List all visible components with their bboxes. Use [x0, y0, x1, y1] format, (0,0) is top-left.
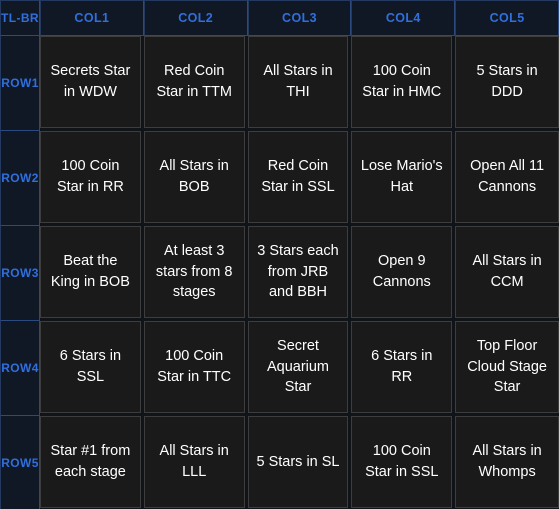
- bingo-cell-r3c5[interactable]: All Stars in CCM: [455, 226, 559, 321]
- bingo-cell-label: 100 Coin Star in RR: [56, 158, 124, 195]
- bingo-cell-r4c3[interactable]: Secret Aquarium Star: [247, 321, 352, 416]
- bingo-cell-r4c1[interactable]: 6 Stars in SSL: [40, 321, 144, 416]
- bingo-cell-r2c2[interactable]: All Stars in BOB: [143, 131, 248, 226]
- bingo-cell-r5c1[interactable]: Star #1 from each stage: [40, 416, 144, 509]
- bingo-cell-label: 100 Coin Star in HMC: [362, 63, 442, 100]
- bingo-cell-r2c4[interactable]: Lose Mario's Hat: [351, 131, 456, 226]
- bingo-cell-r2c1[interactable]: 100 Coin Star in RR: [40, 131, 144, 226]
- bingo-cell-label: Secret Aquarium Star: [266, 338, 330, 396]
- column-header-col2: COL2: [143, 0, 248, 36]
- bingo-cell-label: Red Coin Star in SSL: [261, 158, 335, 195]
- bingo-cell-label: 5 Stars in DDD: [476, 63, 538, 100]
- column-header-col5: COL5: [455, 0, 559, 36]
- corner-header-tl-br: TL-BR: [0, 0, 40, 36]
- bingo-cell-label: Red Coin Star in TTM: [156, 63, 232, 100]
- bingo-board-table: TL-BR COL1 COL2 COL3 COL4 COL5 ROW1 Secr…: [0, 0, 559, 509]
- bingo-cell-r1c4[interactable]: 100 Coin Star in HMC: [351, 36, 456, 131]
- row-header-row4: ROW4: [0, 321, 40, 416]
- bingo-cell-r1c2[interactable]: Red Coin Star in TTM: [143, 36, 248, 131]
- bingo-cell-r5c5[interactable]: All Stars in Whomps: [455, 416, 559, 509]
- header-row: TL-BR COL1 COL2 COL3 COL4 COL5: [0, 0, 559, 36]
- bingo-cell-r5c3[interactable]: 5 Stars in SL: [247, 416, 352, 509]
- bingo-cell-r1c5[interactable]: 5 Stars in DDD: [455, 36, 559, 131]
- bingo-cell-label: 100 Coin Star in SSL: [365, 443, 439, 480]
- bingo-cell-r4c4[interactable]: 6 Stars in RR: [351, 321, 456, 416]
- bingo-cell-r5c2[interactable]: All Stars in LLL: [143, 416, 248, 509]
- bingo-cell-r3c4[interactable]: Open 9 Cannons: [351, 226, 456, 321]
- bingo-cell-label: Lose Mario's Hat: [360, 158, 443, 195]
- bingo-cell-r4c5[interactable]: Top Floor Cloud Stage Star: [455, 321, 559, 416]
- bingo-cell-label: Open 9 Cannons: [372, 253, 431, 290]
- column-header-col4: COL4: [351, 0, 456, 36]
- row-header-row1: ROW1: [0, 36, 40, 131]
- table-row: ROW2 100 Coin Star in RR All Stars in BO…: [0, 131, 559, 226]
- bingo-cell-r2c5[interactable]: Open All 11 Cannons: [455, 131, 559, 226]
- bingo-cell-label: Star #1 from each stage: [50, 443, 131, 480]
- bingo-cell-label: Top Floor Cloud Stage Star: [467, 338, 547, 396]
- bingo-cell-label: Secrets Star in WDW: [50, 63, 131, 100]
- bingo-cell-label: All Stars in THI: [263, 63, 333, 100]
- bingo-cell-label: All Stars in LLL: [159, 443, 229, 480]
- row-header-row2: ROW2: [0, 131, 40, 226]
- bingo-cell-r3c1[interactable]: Beat the King in BOB: [40, 226, 144, 321]
- bingo-cell-label: All Stars in BOB: [159, 158, 229, 195]
- table-body: ROW1 Secrets Star in WDW Red Coin Star i…: [0, 36, 559, 509]
- row-header-row5: ROW5: [0, 416, 40, 509]
- bingo-cell-r2c3[interactable]: Red Coin Star in SSL: [247, 131, 352, 226]
- bingo-cell-label: 3 Stars each from JRB and BBH: [257, 243, 339, 301]
- column-header-col1: COL1: [40, 0, 144, 36]
- bingo-cell-r5c4[interactable]: 100 Coin Star in SSL: [351, 416, 456, 509]
- bingo-cell-label: Open All 11 Cannons: [470, 158, 545, 195]
- bingo-cell-label: All Stars in CCM: [472, 253, 542, 290]
- bingo-cell-label: Beat the King in BOB: [50, 253, 130, 290]
- bingo-cell-r3c3[interactable]: 3 Stars each from JRB and BBH: [247, 226, 352, 321]
- table-head: TL-BR COL1 COL2 COL3 COL4 COL5: [0, 0, 559, 36]
- table-row: ROW3 Beat the King in BOB At least 3 sta…: [0, 226, 559, 321]
- bingo-cell-label: 6 Stars in SSL: [59, 348, 122, 385]
- table-row: ROW1 Secrets Star in WDW Red Coin Star i…: [0, 36, 559, 131]
- row-header-row3: ROW3: [0, 226, 40, 321]
- table-row: ROW5 Star #1 from each stage All Stars i…: [0, 416, 559, 509]
- bingo-cell-r3c2[interactable]: At least 3 stars from 8 stages: [143, 226, 248, 321]
- bingo-cell-label: 100 Coin Star in TTC: [157, 348, 232, 385]
- bingo-cell-label: 5 Stars in SL: [256, 453, 340, 470]
- bingo-cell-label: 6 Stars in RR: [371, 348, 433, 385]
- bingo-cell-label: All Stars in Whomps: [472, 443, 542, 480]
- bingo-cell-r1c1[interactable]: Secrets Star in WDW: [40, 36, 144, 131]
- column-header-col3: COL3: [247, 0, 352, 36]
- bingo-cell-label: At least 3 stars from 8 stages: [155, 243, 233, 301]
- bingo-cell-r1c3[interactable]: All Stars in THI: [247, 36, 352, 131]
- table-row: ROW4 6 Stars in SSL 100 Coin Star in TTC…: [0, 321, 559, 416]
- bingo-cell-r4c2[interactable]: 100 Coin Star in TTC: [143, 321, 248, 416]
